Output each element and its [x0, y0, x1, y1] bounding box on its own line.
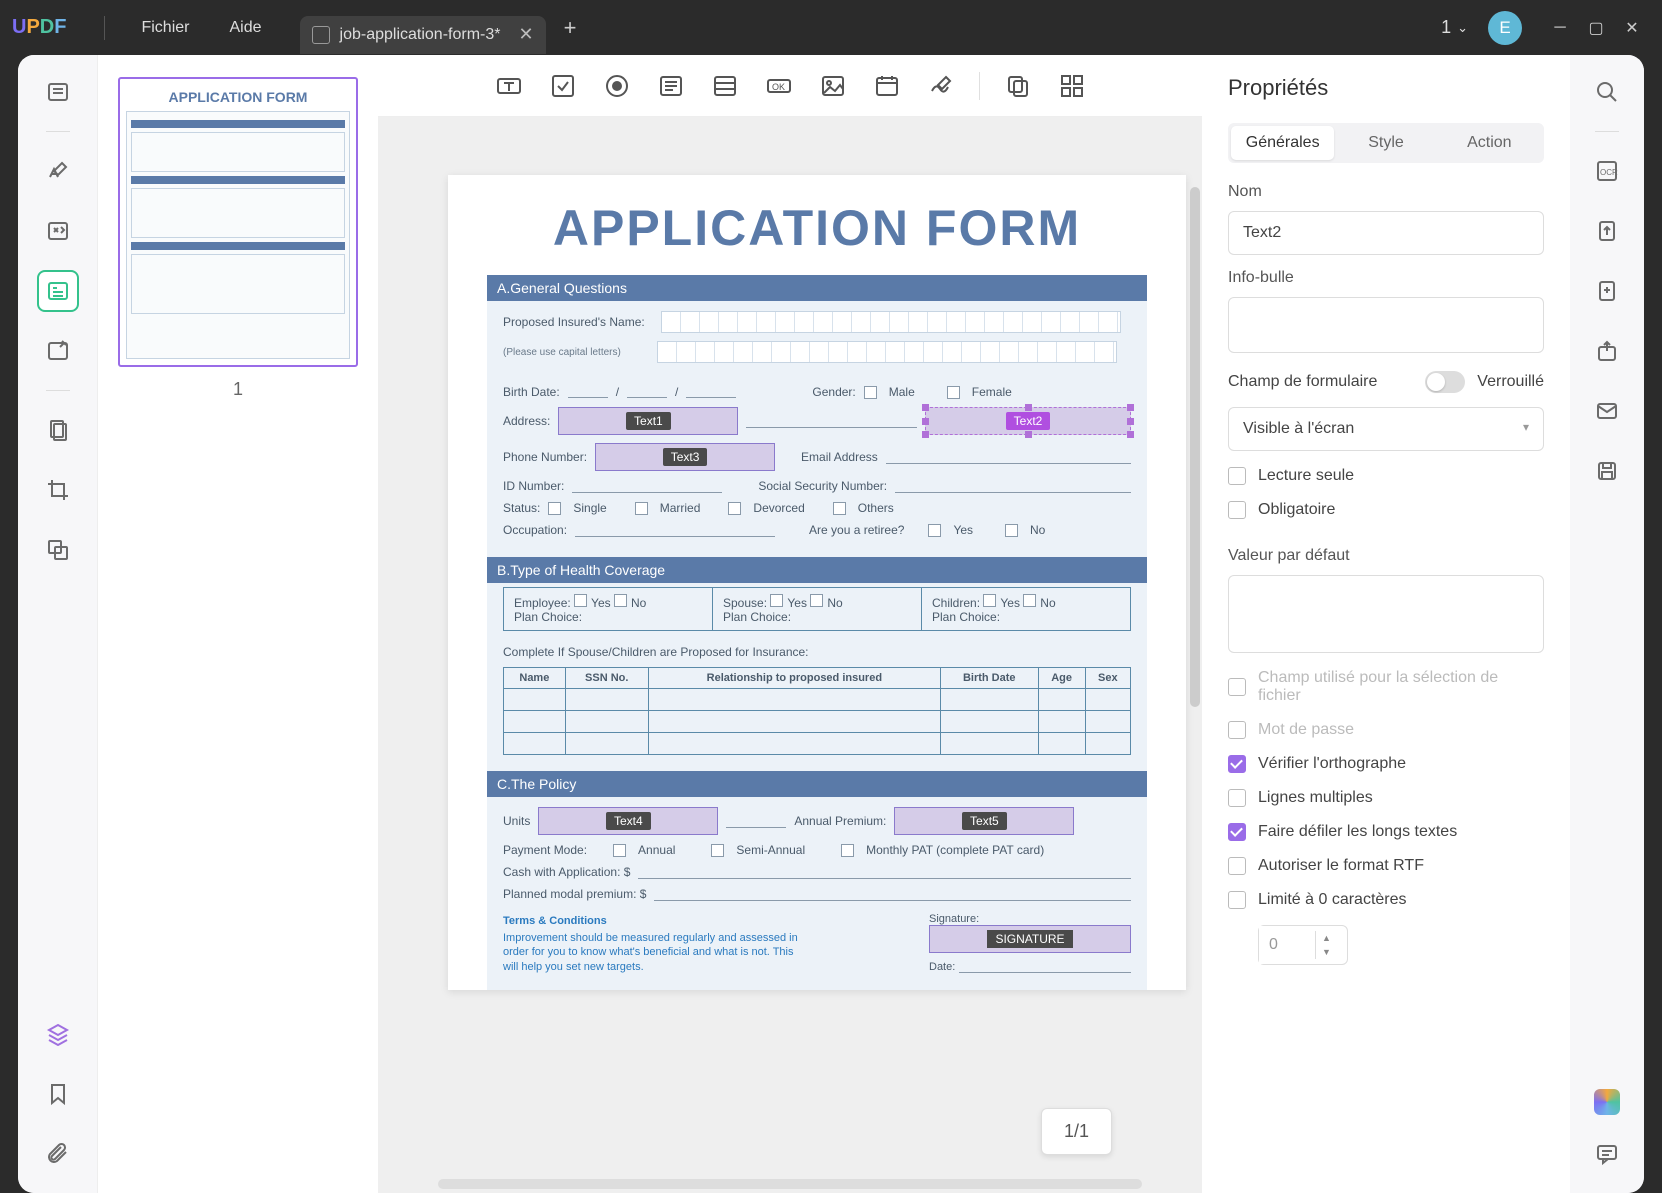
share-icon[interactable] — [1586, 330, 1628, 372]
image-tool-icon[interactable] — [817, 70, 849, 102]
name-input[interactable] — [1228, 211, 1544, 255]
crop-tool-icon[interactable] — [37, 469, 79, 511]
readonly-checkbox[interactable]: Lecture seule — [1228, 467, 1544, 485]
title-bar: UPDF Fichier Aide job-application-form-3… — [0, 0, 1662, 55]
required-checkbox[interactable]: Obligatoire — [1228, 501, 1544, 519]
convert-icon[interactable] — [1586, 210, 1628, 252]
tab-general[interactable]: Générales — [1231, 126, 1334, 160]
locked-toggle[interactable] — [1425, 371, 1465, 393]
field-text2[interactable]: Text2 — [925, 407, 1131, 435]
document-tab[interactable]: job-application-form-3* ✕ — [300, 16, 546, 54]
chat-icon[interactable] — [1586, 1133, 1628, 1175]
copy-tool-icon[interactable] — [1002, 70, 1034, 102]
document-view: OK APPLICATION FORM A.General Questions … — [378, 55, 1202, 1193]
left-toolbar — [18, 55, 98, 1193]
ocr-icon[interactable]: OCR — [1586, 150, 1628, 192]
svg-text:OCR: OCR — [1600, 168, 1618, 177]
spellcheck-checkbox[interactable]: Vérifier l'orthographe — [1228, 755, 1544, 773]
separator — [104, 16, 105, 40]
field-text5[interactable]: Text5 — [894, 807, 1074, 835]
close-tab-icon[interactable]: ✕ — [518, 24, 533, 45]
section-a: A.General Questions — [487, 275, 1147, 301]
panel-title: Propriétés — [1228, 75, 1544, 101]
menu-file[interactable]: Fichier — [121, 13, 209, 43]
dropdown-tool-icon[interactable] — [655, 70, 687, 102]
save-icon[interactable] — [1586, 450, 1628, 492]
doc-icon — [312, 26, 330, 44]
minimize-button[interactable]: ─ — [1542, 10, 1578, 46]
spin-down-icon[interactable]: ▼ — [1316, 945, 1337, 959]
properties-panel: Propriétés Générales Style Action Nom In… — [1202, 55, 1570, 1193]
email-icon[interactable] — [1586, 390, 1628, 432]
default-label: Valeur par défaut — [1228, 547, 1544, 565]
compare-tool-icon[interactable] — [37, 529, 79, 571]
horizontal-scrollbar[interactable] — [438, 1179, 1142, 1189]
checkbox-tool-icon[interactable] — [547, 70, 579, 102]
locked-label: Verrouillé — [1477, 373, 1544, 391]
edit-tool-icon[interactable] — [37, 210, 79, 252]
search-icon[interactable] — [1586, 71, 1628, 113]
vertical-scrollbar[interactable] — [1190, 187, 1200, 707]
listbox-tool-icon[interactable] — [709, 70, 741, 102]
limit-checkbox[interactable]: Limité à 0 caractères — [1228, 891, 1544, 909]
radio-tool-icon[interactable] — [601, 70, 633, 102]
right-toolbar: OCR — [1570, 55, 1644, 1193]
field-text3[interactable]: Text3 — [595, 443, 775, 471]
app-logo: UPDF — [12, 16, 66, 39]
filesel-checkbox: Champ utilisé pour la sélection de fichi… — [1228, 669, 1544, 705]
organize-tool-icon[interactable] — [37, 330, 79, 372]
maximize-button[interactable]: ▢ — [1578, 10, 1614, 46]
attachment-icon[interactable] — [37, 1133, 79, 1175]
comment-tool-icon[interactable] — [37, 150, 79, 192]
add-tab-button[interactable]: + — [564, 15, 577, 41]
form-title: APPLICATION FORM — [448, 175, 1186, 275]
user-avatar[interactable]: E — [1488, 11, 1522, 45]
form-toolbar: OK — [378, 55, 1202, 117]
thumbnail-panel: APPLICATION FORM 1 — [98, 55, 378, 1193]
section-b: B.Type of Health Coverage — [487, 557, 1147, 583]
field-signature[interactable]: SIGNATURE — [929, 925, 1131, 953]
tab-count[interactable]: 1⌄ — [1441, 17, 1468, 38]
field-text1[interactable]: Text1 — [558, 407, 738, 435]
date-tool-icon[interactable] — [871, 70, 903, 102]
formfield-label: Champ de formulaire — [1228, 373, 1377, 391]
default-value-input[interactable] — [1228, 575, 1544, 653]
spin-up-icon[interactable]: ▲ — [1316, 931, 1337, 945]
multiline-checkbox[interactable]: Lignes multiples — [1228, 789, 1544, 807]
rtf-checkbox[interactable]: Autoriser le format RTF — [1228, 857, 1544, 875]
menu-help[interactable]: Aide — [209, 13, 281, 43]
align-tool-icon[interactable] — [1056, 70, 1088, 102]
thumbnail-number: 1 — [118, 379, 358, 400]
scrolllong-checkbox[interactable]: Faire défiler les longs textes — [1228, 823, 1544, 841]
name-label: Nom — [1228, 183, 1544, 201]
visibility-select[interactable]: Visible à l'écran — [1228, 407, 1544, 451]
property-tabs: Générales Style Action — [1228, 123, 1544, 163]
close-window-button[interactable]: ✕ — [1614, 10, 1650, 46]
tab-action[interactable]: Action — [1438, 126, 1541, 160]
tooltip-input[interactable] — [1228, 297, 1544, 353]
layers-icon[interactable] — [37, 1013, 79, 1055]
ai-icon[interactable] — [1594, 1089, 1620, 1115]
password-checkbox: Mot de passe — [1228, 721, 1544, 739]
svg-text:OK: OK — [772, 82, 785, 92]
button-tool-icon[interactable]: OK — [763, 70, 795, 102]
text-field-tool-icon[interactable] — [493, 70, 525, 102]
form-tool-icon[interactable] — [37, 270, 79, 312]
section-c: C.The Policy — [487, 771, 1147, 797]
page-tool-icon[interactable] — [37, 409, 79, 451]
tab-title: job-application-form-3* — [340, 26, 501, 44]
page-thumbnail[interactable]: APPLICATION FORM — [118, 77, 358, 367]
signature-tool-icon[interactable] — [925, 70, 957, 102]
pdf-page[interactable]: APPLICATION FORM A.General Questions Pro… — [448, 175, 1186, 990]
reader-mode-icon[interactable] — [37, 71, 79, 113]
char-limit-input[interactable]: ▲▼ — [1258, 925, 1348, 965]
compress-icon[interactable] — [1586, 270, 1628, 312]
tooltip-label: Info-bulle — [1228, 269, 1544, 287]
bookmark-icon[interactable] — [37, 1073, 79, 1115]
field-text4[interactable]: Text4 — [538, 807, 718, 835]
insurance-table: NameSSN No.Relationship to proposed insu… — [503, 667, 1131, 755]
tab-style[interactable]: Style — [1334, 126, 1437, 160]
page-indicator[interactable]: 1/1 — [1041, 1108, 1112, 1155]
